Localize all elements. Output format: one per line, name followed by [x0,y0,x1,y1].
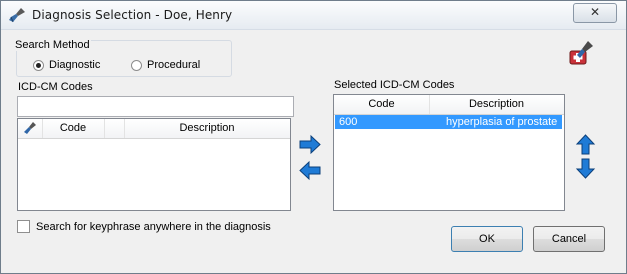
icd-col-spacer [104,119,125,138]
medical-kit-icon [569,41,593,65]
radio-procedural[interactable]: Procedural [131,58,200,72]
broom-icon [9,8,25,23]
selected-col-description[interactable]: Description [429,95,564,114]
selected-row[interactable]: 600 hyperplasia of prostate [335,115,562,129]
search-method-label: Search Method [14,39,91,51]
arrow-left-icon[interactable] [298,160,322,181]
arrow-down-icon[interactable] [575,158,596,180]
broom-icon [24,122,36,134]
cancel-button[interactable]: Cancel [533,226,605,252]
dialog-window: Diagnosis Selection - Doe, Henry ✕ Searc… [0,0,627,274]
close-button[interactable]: ✕ [573,3,617,23]
ok-button[interactable]: OK [451,226,523,252]
anywhere-option[interactable]: Search for keyphrase anywhere in the dia… [17,220,271,233]
anywhere-label: Search for keyphrase anywhere in the dia… [36,220,271,233]
radio-diagnostic-label: Diagnostic [49,59,101,71]
radio-procedural-dot[interactable] [131,59,142,71]
icd-codes-label: ICD-CM Codes [18,81,93,93]
window-title: Diagnosis Selection - Doe, Henry [32,8,233,22]
selected-codes-list[interactable]: Code Description 600 hyperplasia of pros… [333,94,565,211]
arrow-up-icon[interactable] [575,133,596,155]
radio-diagnostic[interactable]: Diagnostic [33,58,100,72]
dialog-body: Search Method Diagnostic Procedural ICD-… [5,30,622,269]
selected-col-code[interactable]: Code [334,95,430,114]
selected-row-description: hyperplasia of prostate [446,116,558,128]
radio-procedural-label: Procedural [147,59,201,71]
selected-codes-label: Selected ICD-CM Codes [334,79,455,91]
close-icon: ✕ [589,5,601,19]
radio-diagnostic-dot[interactable] [33,59,44,71]
arrow-right-icon[interactable] [298,134,322,155]
icd-col-code[interactable]: Code [42,119,105,138]
anywhere-checkbox[interactable] [17,220,30,233]
title-bar[interactable]: Diagnosis Selection - Doe, Henry ✕ [1,1,626,30]
icd-codes-list[interactable]: Code Description [17,118,291,211]
selected-row-code: 600 [339,116,358,128]
icd-search-input[interactable] [17,96,294,117]
selected-list-header: Code Description [334,95,564,115]
icd-list-header: Code Description [18,119,290,139]
header-icon-cell [18,119,43,138]
icd-col-description[interactable]: Description [124,119,290,138]
